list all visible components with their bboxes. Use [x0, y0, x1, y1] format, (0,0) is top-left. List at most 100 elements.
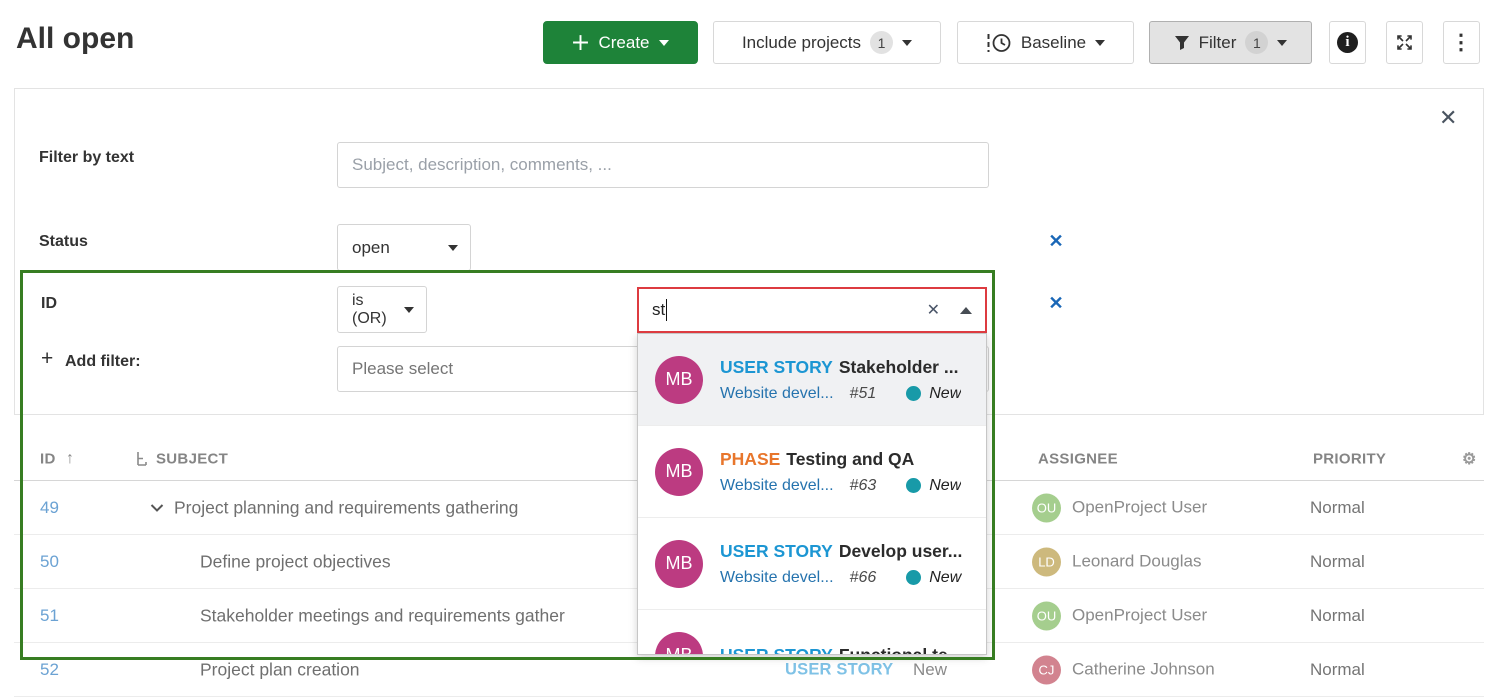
baseline-button[interactable]: Baseline [957, 21, 1134, 64]
avatar: OU [1032, 493, 1061, 522]
work-package-type: USER STORY [720, 357, 833, 377]
assignee-name: Catherine Johnson [1072, 660, 1215, 680]
work-package-id: #51 [850, 385, 877, 403]
autocomplete-option[interactable]: MB USER STORYFunctional te... [638, 610, 986, 655]
info-icon: i [1337, 32, 1358, 53]
work-package-status: New [929, 569, 961, 587]
column-header-priority[interactable]: PRIORITY [1313, 450, 1386, 467]
plus-icon [572, 34, 589, 51]
id-filter-operator-select[interactable]: is (OR) [337, 286, 427, 333]
row-priority: Normal [1310, 552, 1365, 572]
row-id-link[interactable]: 50 [40, 552, 59, 572]
row-subject[interactable]: Project plan creation [200, 659, 360, 680]
row-assignee-cell: CJ Catherine Johnson [1032, 655, 1215, 684]
option-text: USER STORY Stakeholder ... Website devel.… [720, 357, 961, 403]
row-assignee-cell: OU OpenProject User [1032, 493, 1207, 522]
remove-id-filter-button[interactable]: ✕ [1046, 293, 1066, 313]
row-priority: Normal [1310, 498, 1365, 518]
option-title: USER STORY Develop user... [720, 541, 962, 562]
page-title: All open [16, 22, 134, 56]
work-package-id: #63 [850, 477, 877, 495]
row-assignee-cell: LD Leonard Douglas [1032, 547, 1201, 576]
status-filter-label: Status [39, 233, 88, 251]
filter-by-text-input[interactable] [337, 142, 989, 188]
autocomplete-option[interactable]: MB USER STORYDevelop user... Website dev… [638, 518, 986, 610]
work-package-type: PHASE [720, 449, 780, 469]
work-package-subject: Stakeholder ... [839, 357, 959, 377]
table-settings-gear-icon[interactable]: ⚙ [1462, 449, 1477, 469]
row-id-link[interactable]: 49 [40, 498, 59, 518]
chevron-down-icon [659, 40, 669, 46]
filter-by-text-label: Filter by text [39, 149, 134, 167]
plus-icon: + [41, 347, 53, 371]
assignee-name: OpenProject User [1072, 606, 1207, 626]
work-package-type: USER STORY [720, 541, 833, 561]
row-subject[interactable]: Define project objectives [200, 551, 391, 572]
project-name: Website devel... [720, 385, 834, 403]
column-header-id[interactable]: ID [40, 450, 56, 467]
create-button-label: Create [598, 33, 649, 53]
work-package-id: #66 [850, 569, 877, 587]
row-subject[interactable]: Stakeholder meetings and requirements ga… [200, 605, 565, 626]
avatar: LD [1032, 547, 1061, 576]
openproject-work-packages-screen: All open Create Include projects 1 Basel… [0, 0, 1498, 699]
more-menu-button[interactable]: ⋮ [1443, 21, 1480, 64]
assignee-name: OpenProject User [1072, 498, 1207, 518]
fullscreen-button[interactable] [1386, 21, 1423, 64]
fullscreen-icon [1395, 33, 1414, 52]
avatar: MB [655, 540, 703, 588]
work-package-subject: Functional te... [839, 645, 962, 655]
filter-label: Filter [1199, 33, 1237, 53]
hierarchy-icon[interactable] [135, 451, 149, 467]
close-filter-panel-button[interactable]: ✕ [1439, 107, 1457, 129]
chevron-down-icon[interactable] [150, 503, 164, 512]
row-id-link[interactable]: 52 [40, 660, 59, 680]
autocomplete-option[interactable]: MB USER STORYStakeholder ... Website dev… [638, 334, 986, 426]
chevron-down-icon [902, 40, 912, 46]
filter-funnel-icon [1174, 35, 1190, 51]
autocomplete-dropdown: MB USER STORY Stakeholder ... Website dev… [637, 333, 987, 655]
chevron-down-icon [404, 307, 414, 313]
filter-button[interactable]: Filter 1 [1149, 21, 1312, 64]
autocomplete-option[interactable]: MB PHASETesting and QA Website devel... … [638, 426, 986, 518]
work-package-type: USER STORY [720, 645, 833, 655]
status-dot-icon [906, 478, 921, 493]
work-package-subject: Develop user... [839, 541, 963, 561]
row-assignee-cell: OU OpenProject User [1032, 601, 1207, 630]
status-dot-icon [906, 386, 921, 401]
avatar: OU [1032, 601, 1061, 630]
sort-ascending-icon[interactable]: ↑ [66, 450, 74, 468]
text-cursor [666, 299, 667, 321]
row-id-link[interactable]: 51 [40, 606, 59, 626]
chevron-down-icon [448, 245, 458, 251]
filter-count-badge: 1 [1245, 31, 1268, 54]
id-filter-label: ID [41, 295, 57, 313]
id-filter-autocomplete-input[interactable]: st ✕ [637, 287, 987, 333]
avatar: CJ [1032, 655, 1061, 684]
create-button[interactable]: Create [543, 21, 698, 64]
remove-status-filter-button[interactable]: ✕ [1046, 231, 1066, 251]
clear-input-icon[interactable]: ✕ [927, 300, 940, 320]
status-filter-select[interactable]: open [337, 224, 471, 271]
column-header-subject[interactable]: SUBJECT [156, 450, 228, 467]
column-header-assignee[interactable]: ASSIGNEE [1038, 450, 1118, 467]
include-projects-count-badge: 1 [870, 31, 893, 54]
row-type: USER STORY [785, 660, 893, 679]
chevron-down-icon [1277, 40, 1287, 46]
row-subject[interactable]: Project planning and requirements gather… [174, 497, 518, 518]
option-title: USER STORY Functional te... [720, 645, 962, 655]
baseline-label: Baseline [1021, 33, 1086, 53]
work-package-status: New [929, 477, 961, 495]
option-title: PHASETesting and QA [720, 449, 961, 470]
project-name: Website devel... [720, 477, 834, 495]
row-status: New [913, 660, 947, 680]
chevron-up-icon[interactable] [960, 307, 972, 314]
add-filter-label: Add filter: [65, 353, 141, 371]
include-projects-button[interactable]: Include projects 1 [713, 21, 941, 64]
id-filter-operator-value: is (OR) [352, 292, 396, 328]
option-text: PHASETesting and QA Website devel... #63… [720, 449, 961, 495]
info-button[interactable]: i [1329, 21, 1366, 64]
option-title: USER STORY Stakeholder ... [720, 357, 961, 378]
kebab-icon: ⋮ [1451, 30, 1473, 55]
option-text: USER STORY Functional te... [720, 645, 962, 655]
